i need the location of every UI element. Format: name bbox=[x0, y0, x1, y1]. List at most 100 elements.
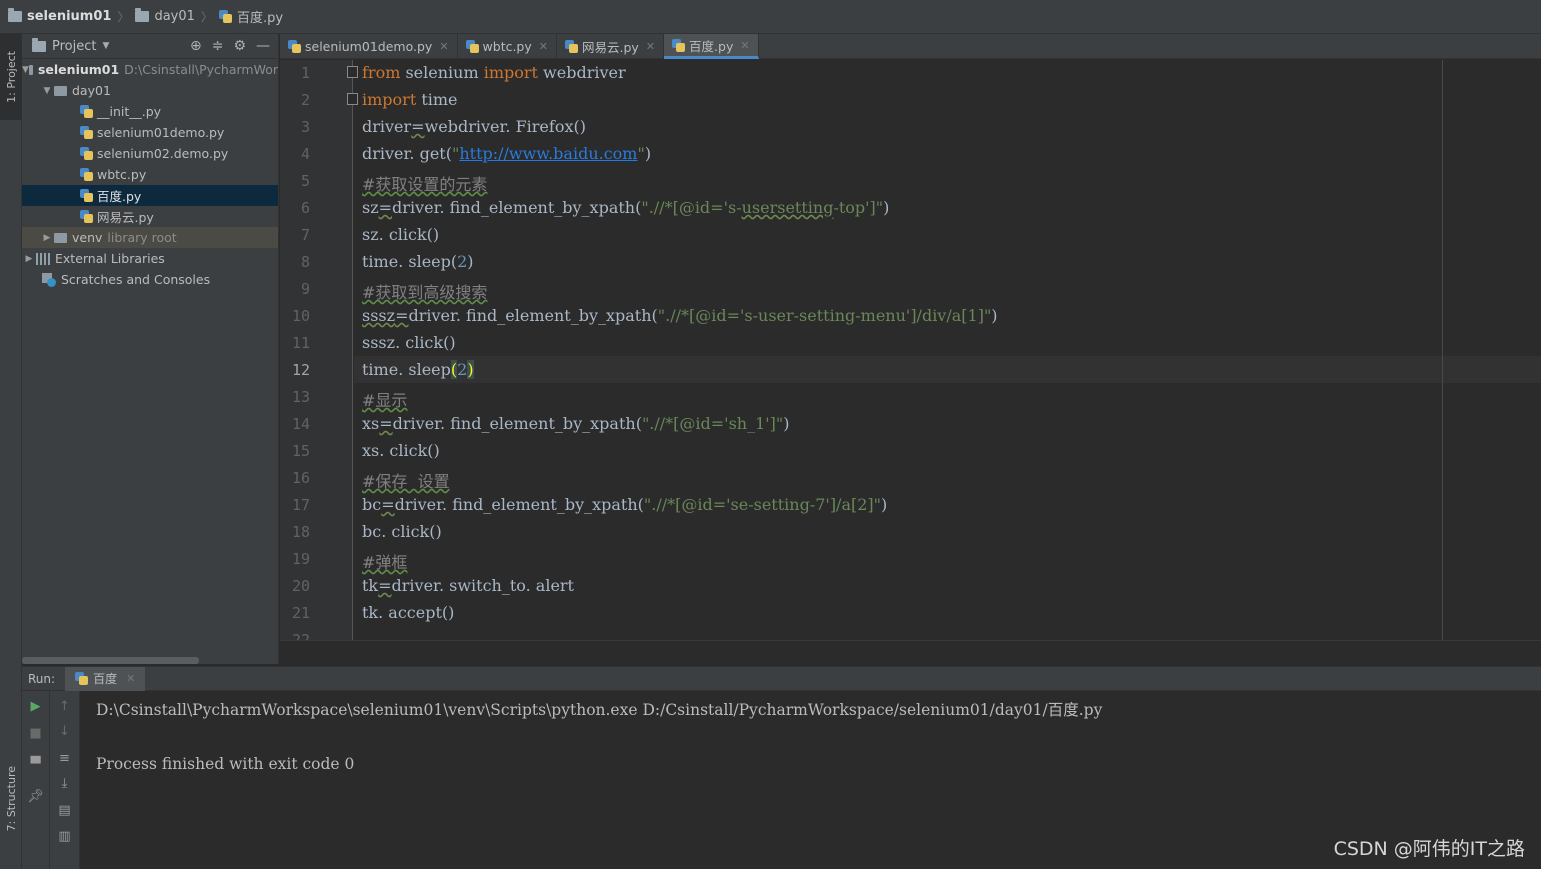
code-line: sssz=driver. find_element_by_xpath(".//*… bbox=[362, 306, 998, 325]
tab-baidu[interactable]: 百度.py ✕ bbox=[664, 34, 759, 59]
line-number: 6 bbox=[300, 199, 310, 217]
arrow-up-icon[interactable]: ↑ bbox=[50, 699, 79, 714]
comment: #保存 设置 bbox=[362, 472, 450, 491]
stop-icon[interactable]: ■ bbox=[22, 726, 49, 741]
pin-icon[interactable]: 📌︎ bbox=[22, 789, 49, 804]
expand-arrow-icon[interactable]: ▶ bbox=[40, 233, 54, 243]
code-line: tk=driver. switch_to. alert bbox=[362, 576, 574, 595]
tree-item-label: selenium02.demo.py bbox=[97, 146, 229, 161]
python-file-icon bbox=[80, 168, 93, 181]
tree-item-path: D:\Csinstall\PycharmWor bbox=[124, 62, 278, 77]
collapse-all-icon[interactable]: ≑ bbox=[212, 38, 224, 54]
chevron-down-icon[interactable]: ▼ bbox=[102, 41, 109, 51]
code-text: sz bbox=[362, 198, 379, 217]
tree-item-scratches[interactable]: Scratches and Consoles bbox=[22, 269, 278, 290]
tree-item-label: __init__.py bbox=[97, 104, 162, 119]
soft-wrap-icon[interactable]: ≡ bbox=[50, 751, 79, 766]
tree-item-label: day01 bbox=[72, 83, 111, 98]
hide-icon[interactable]: — bbox=[256, 38, 270, 54]
code-text: ) bbox=[783, 414, 790, 433]
python-file-icon bbox=[80, 189, 93, 202]
tree-item-selenium02demo[interactable]: selenium02.demo.py bbox=[22, 143, 278, 164]
code-text: driver bbox=[362, 117, 412, 136]
tab-wangyiyun[interactable]: 网易云.py ✕ bbox=[557, 34, 665, 59]
code-line: sz=driver. find_element_by_xpath(".//*[@… bbox=[362, 198, 889, 217]
code-text: tk. accept() bbox=[362, 603, 455, 622]
tree-item-wangyiyun[interactable]: 网易云.py bbox=[22, 206, 278, 227]
tree-item-baidu[interactable]: 百度.py bbox=[22, 185, 278, 206]
tool-tab-project[interactable]: 1: Project bbox=[0, 34, 22, 120]
tree-item-day01[interactable]: ▼ day01 bbox=[22, 80, 278, 101]
line-number: 15 bbox=[291, 442, 310, 460]
run-tab-label: 百度 bbox=[93, 672, 118, 686]
locate-icon[interactable]: ⊕ bbox=[190, 38, 202, 54]
comment: #弹框 bbox=[362, 553, 408, 572]
line-number: 22 bbox=[291, 631, 310, 640]
breadcrumb-folder[interactable]: day01 bbox=[135, 8, 195, 24]
breadcrumb-project[interactable]: selenium01 bbox=[8, 8, 111, 24]
close-icon[interactable]: ✕ bbox=[439, 40, 448, 53]
navigation-bar: selenium01 〉 day01 〉 百度.py bbox=[0, 0, 1541, 34]
url-link[interactable]: http://www.baidu.com bbox=[459, 144, 637, 163]
close-icon[interactable]: ✕ bbox=[126, 672, 135, 685]
gear-icon[interactable]: ⚙ bbox=[233, 38, 246, 54]
code-editor[interactable]: 1 2 3 4 5 6 7 8 9 10 11 12 13 14 15 16 1… bbox=[280, 60, 1541, 640]
rerun-icon[interactable]: ▶ bbox=[22, 699, 49, 714]
tool-tab-structure[interactable]: 7: Structure bbox=[0, 754, 22, 844]
right-margin-guide bbox=[1442, 60, 1443, 640]
python-file-icon bbox=[80, 105, 93, 118]
expand-arrow-icon[interactable]: ▶ bbox=[22, 254, 36, 264]
tree-item-hint: library root bbox=[107, 230, 177, 245]
number: 2 bbox=[457, 252, 468, 271]
console-output[interactable]: D:\Csinstall\PycharmWorkspace\selenium01… bbox=[96, 697, 1102, 778]
tab-wbtc[interactable]: wbtc.py ✕ bbox=[458, 34, 557, 59]
tree-item-selenium01demo[interactable]: selenium01demo.py bbox=[22, 122, 278, 143]
run-tab-baidu[interactable]: 百度 ✕ bbox=[65, 666, 146, 691]
library-icon bbox=[36, 252, 50, 265]
run-toolbar-primary: ▶ ■ ▀ 📌︎ bbox=[22, 691, 50, 869]
folder-icon bbox=[54, 85, 67, 96]
line-number: 2 bbox=[300, 91, 310, 109]
comment: #显示 bbox=[362, 391, 408, 410]
code-text: driver. find_element_by_xpath( bbox=[392, 414, 642, 433]
close-icon[interactable]: ✕ bbox=[646, 40, 655, 53]
tree-item-init[interactable]: __init__.py bbox=[22, 101, 278, 122]
keyword: import bbox=[483, 63, 538, 82]
tree-item-project-root[interactable]: ▼ selenium01 D:\Csinstall\PycharmWor bbox=[22, 59, 278, 80]
line-number: 3 bbox=[300, 118, 310, 136]
python-file-icon bbox=[80, 147, 93, 160]
console-line: Process finished with exit code 0 bbox=[96, 755, 355, 773]
tree-item-wbtc[interactable]: wbtc.py bbox=[22, 164, 278, 185]
fold-marker-icon[interactable] bbox=[347, 66, 358, 78]
fold-marker-icon[interactable] bbox=[347, 93, 358, 105]
tree-item-venv[interactable]: ▶ venv library root bbox=[22, 227, 278, 248]
tree-item-label: selenium01 bbox=[37, 62, 120, 77]
project-view-selector[interactable]: Project bbox=[52, 39, 96, 54]
breadcrumb-file[interactable]: 百度.py bbox=[218, 7, 283, 26]
tab-selenium01demo[interactable]: selenium01demo.py ✕ bbox=[280, 34, 458, 59]
layout-icon[interactable]: ▀ bbox=[22, 757, 49, 772]
code-text: driver. find_element_by_xpath( bbox=[392, 198, 642, 217]
editor-horizontal-scrollbar[interactable] bbox=[280, 640, 1541, 664]
line-number: 17 bbox=[291, 496, 310, 514]
arrow-down-icon[interactable]: ↓ bbox=[50, 724, 79, 739]
tree-item-external-libraries[interactable]: ▶ External Libraries bbox=[22, 248, 278, 269]
trash-icon[interactable]: ▥ bbox=[50, 829, 79, 844]
expand-arrow-icon[interactable]: ▼ bbox=[40, 86, 54, 96]
horizontal-scrollbar[interactable] bbox=[22, 657, 199, 664]
editor-tabs: selenium01demo.py ✕ wbtc.py ✕ 网易云.py ✕ 百… bbox=[280, 34, 1541, 59]
print-icon[interactable]: ▤ bbox=[50, 803, 79, 818]
scroll-to-end-icon[interactable]: ⤓ bbox=[50, 776, 79, 791]
code-text: = bbox=[378, 576, 392, 595]
close-icon[interactable]: ✕ bbox=[740, 39, 749, 52]
matched-brace: ) bbox=[467, 360, 474, 379]
python-file-icon bbox=[80, 126, 93, 139]
python-file-icon bbox=[465, 40, 479, 53]
code-line: #弹框 bbox=[362, 549, 407, 573]
code-line: sz. click() bbox=[362, 225, 439, 244]
close-icon[interactable]: ✕ bbox=[539, 40, 548, 53]
tree-item-label: Scratches and Consoles bbox=[61, 272, 211, 287]
expand-arrow-icon[interactable]: ▼ bbox=[22, 65, 29, 75]
code-line: from selenium import webdriver bbox=[362, 63, 626, 82]
code-text: xs bbox=[362, 414, 380, 433]
